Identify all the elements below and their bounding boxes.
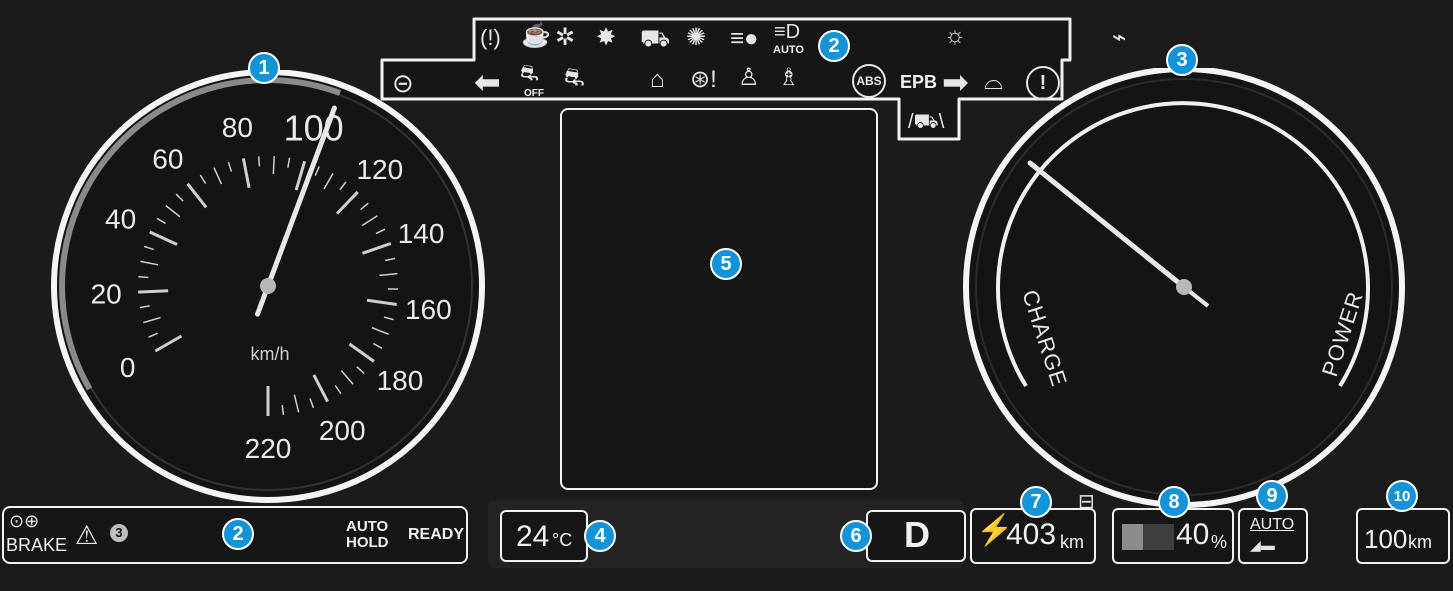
temperature-value: 24 xyxy=(516,520,550,553)
regen-level-icon: ◢▬ xyxy=(1250,537,1275,553)
regen-auto-label: AUTO xyxy=(1250,516,1295,533)
speed-tick xyxy=(138,275,149,279)
driver-attention-icon: ✲ xyxy=(555,24,576,51)
airbag-icon: ♗ xyxy=(778,64,800,91)
trip-unit: km xyxy=(1408,532,1432,552)
auto-hold-line1: AUTO xyxy=(346,518,389,535)
speed-tick-label: 60 xyxy=(152,144,183,175)
speed-unit-label: km/h xyxy=(250,344,289,364)
speed-tick xyxy=(272,156,275,175)
callout-4: 4 xyxy=(584,520,616,552)
callout-10: 10 xyxy=(1386,480,1418,512)
traction-control-icon: ⛐ xyxy=(564,64,585,91)
tire-pressure-icon: (!) xyxy=(480,25,501,50)
low-washer-icon: ⌓ xyxy=(984,68,1003,95)
brake-warning-icon: ⊙⊕ xyxy=(9,511,40,531)
auto-headlight-icon: ≡D xyxy=(774,21,801,43)
callout-6: 6 xyxy=(840,520,872,552)
hood-open-icon: ⌂ xyxy=(650,66,665,93)
battery-value: 40 xyxy=(1176,518,1210,551)
speed-needle-hub xyxy=(260,278,276,294)
speed-tick-label: 140 xyxy=(398,218,445,249)
center-display xyxy=(560,108,878,490)
callout-9: 9 xyxy=(1256,480,1288,512)
speed-tick-label: 220 xyxy=(245,433,292,464)
speed-tick-label: 120 xyxy=(356,154,403,185)
turtle-mode-icon: ⊝ xyxy=(392,68,414,98)
speed-tick-label: 160 xyxy=(405,294,452,325)
trip-value: 100 xyxy=(1364,524,1408,554)
auto-hold-line2: HOLD xyxy=(346,534,389,551)
seatbelt-icon: ♙ xyxy=(738,64,760,91)
abs-label: ABS xyxy=(856,74,882,88)
high-beam-icon: ≡● xyxy=(730,25,759,52)
battery-bar xyxy=(1122,524,1174,550)
light-bulb-warning-icon: ☼ xyxy=(944,22,966,49)
lane-keep-icon: /⛟\ xyxy=(908,111,945,133)
speed-tick-label: 180 xyxy=(377,365,424,396)
ready-label: READY xyxy=(408,526,465,543)
speed-tick xyxy=(257,156,261,167)
abs-icon: ABS xyxy=(852,64,886,98)
range-value: 403 xyxy=(1006,518,1057,551)
turn-right-arrow-icon: ➡ xyxy=(942,64,969,100)
warning-count: 3 xyxy=(110,524,128,542)
coffee-cup-icon: ☕ xyxy=(521,22,551,49)
epb-label: EPB xyxy=(900,72,938,92)
charging-plug-icon: ⌁ xyxy=(1112,24,1127,51)
car-distance-icon: ⛟ xyxy=(640,25,671,52)
fog-light-icon: ✺ xyxy=(686,24,707,51)
power-needle-hub xyxy=(1176,279,1192,295)
battery-unit: % xyxy=(1211,532,1228,552)
auto-headlight-label: AUTO xyxy=(773,44,804,56)
collision-warning-icon: ✸ xyxy=(596,24,617,51)
traction-control-off-icon: ⛐ xyxy=(520,60,539,85)
callout-7: 7 xyxy=(1020,486,1052,518)
callout-2-top: 2 xyxy=(818,30,850,62)
turn-left-arrow-icon: ⬅ xyxy=(474,64,501,100)
callout-5: 5 xyxy=(710,248,742,280)
callout-3: 3 xyxy=(1166,44,1198,76)
warning-triangle-icon: ⚠ xyxy=(75,520,99,550)
callout-1: 1 xyxy=(248,52,280,84)
battery-status-icon: ⊟ xyxy=(1078,491,1095,513)
speed-tick-label: 20 xyxy=(91,279,122,310)
speed-tick-label: 0 xyxy=(120,352,136,383)
speed-tick-label: 80 xyxy=(222,112,253,143)
speed-tick-label: 200 xyxy=(319,415,366,446)
brake-label: BRAKE xyxy=(6,535,68,555)
gear-indicator: D xyxy=(904,514,930,555)
temperature-unit: °C xyxy=(552,530,573,550)
speed-tick-label: 40 xyxy=(105,204,136,235)
speed-tick xyxy=(138,289,169,294)
callout-8: 8 xyxy=(1158,486,1190,518)
battery-bar-fill xyxy=(1122,524,1143,550)
callout-2-bottom: 2 xyxy=(222,518,254,550)
range-unit: km xyxy=(1060,532,1084,552)
steering-warning-icon: ⊛! xyxy=(690,66,717,93)
master-warning-icon: ! xyxy=(1026,66,1060,100)
traction-off-label: OFF xyxy=(524,88,544,99)
